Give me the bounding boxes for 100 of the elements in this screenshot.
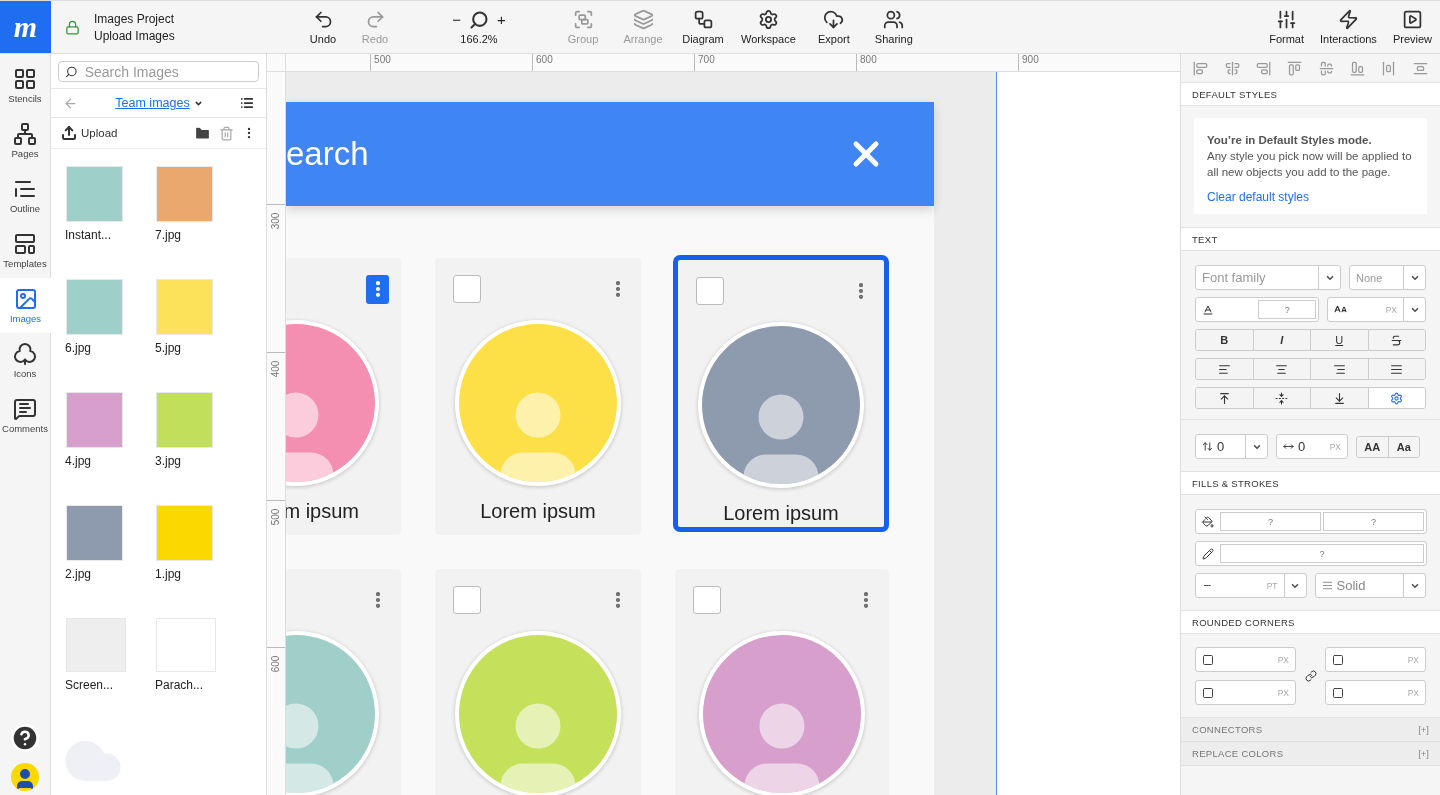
checkbox[interactable] (453, 586, 481, 614)
sidebar-tab[interactable]: Icons (0, 333, 50, 388)
ruler-label: 400 (270, 360, 282, 378)
toolbar-button[interactable]: Format (1261, 9, 1312, 45)
align-icon[interactable] (1255, 60, 1271, 76)
image-thumbnail[interactable]: Instant... (65, 166, 155, 279)
search-input[interactable]: Search Images (82, 62, 252, 81)
more-menu-icon[interactable] (366, 274, 389, 304)
cloud-download-icon (823, 9, 845, 30)
flow-icon (692, 9, 714, 30)
ruler-label: 300 (270, 212, 282, 230)
stroke-color-field[interactable]: ? (1195, 541, 1427, 566)
collapsed-section[interactable]: REPLACE COLORS [+] (1181, 742, 1440, 766)
sidebar-tab[interactable]: Outline (0, 168, 50, 223)
grid-icon (13, 67, 37, 91)
folder-link[interactable]: Team images (115, 96, 190, 111)
image-thumbnail[interactable]: 1.jpg (155, 505, 245, 618)
new-folder-icon[interactable] (194, 124, 211, 142)
image-thumbnail[interactable]: Screen... (65, 618, 155, 731)
image-name: 5.jpg (155, 341, 182, 355)
sidebar-tab[interactable]: Comments (0, 388, 50, 443)
trash-icon[interactable] (219, 125, 234, 141)
image-thumbnail[interactable]: Parach... (155, 618, 245, 731)
checkbox[interactable] (453, 275, 481, 303)
profile-card[interactable]: Lorem ipsum (435, 258, 641, 535)
toolbar-button[interactable]: Workspace (733, 9, 804, 45)
toolbar-button[interactable]: Export (803, 9, 864, 45)
image-name: Screen... (65, 678, 114, 692)
align-right-icon (1332, 362, 1346, 376)
line-spacing-icon (1202, 441, 1213, 452)
toolbar-button[interactable]: Undo (297, 9, 349, 45)
align-middle-icon (1275, 391, 1289, 405)
section-title: REPLACE COLORS (1192, 748, 1284, 759)
ruler-label: 800 (856, 54, 1018, 71)
stroke-style-select[interactable]: Solid (1314, 573, 1426, 598)
sidebar-tab[interactable]: Pages (0, 113, 50, 168)
section-title: TEXT (1181, 228, 1440, 251)
search-icon (65, 64, 78, 79)
zoom-out-button[interactable]: − (452, 11, 461, 28)
zoom-icon (469, 9, 489, 30)
upload-button[interactable]: Upload (61, 125, 118, 142)
text-color-field[interactable]: ? (1195, 297, 1320, 322)
image-thumbnail[interactable]: 3.jpg (155, 392, 245, 505)
template-icon (13, 232, 37, 256)
zoom-in-button[interactable]: + (497, 11, 506, 28)
sidebar-tab[interactable]: Stencils (0, 58, 50, 113)
align-icon[interactable] (1193, 60, 1209, 76)
link-icon[interactable] (1304, 670, 1317, 682)
image-name: Parach... (155, 678, 204, 692)
profile-card[interactable] (675, 569, 889, 795)
image-thumbnail[interactable]: 4.jpg (65, 392, 155, 505)
corner-icon (1202, 653, 1214, 666)
text-align-button[interactable] (1367, 359, 1425, 379)
line-style-icon (1321, 580, 1333, 591)
toolbar-button[interactable]: Interactions (1312, 9, 1385, 45)
collapsed-section[interactable]: CONNECTORS [+] (1181, 718, 1440, 742)
align-left-icon (1217, 362, 1231, 376)
checkbox[interactable] (696, 277, 724, 305)
align-center-icon (1275, 362, 1289, 376)
font-family-select[interactable]: Font family (1195, 265, 1341, 290)
toolbar-button[interactable]: Diagram (673, 9, 733, 45)
upload-icon (61, 125, 77, 142)
card-label: Lorem ipsum (480, 500, 596, 523)
list-view-icon[interactable] (240, 96, 254, 111)
app-logo[interactable]: m (0, 1, 51, 53)
user-avatar[interactable] (11, 763, 39, 791)
align-icon[interactable] (1350, 60, 1366, 76)
help-icon[interactable] (10, 723, 40, 753)
line-spacing-field[interactable]: 0 (1195, 434, 1268, 459)
image-thumbnail[interactable]: 5.jpg (155, 279, 245, 392)
profile-card[interactable]: Lorem ipsum (673, 255, 889, 532)
info-text: You’re in Default Styles mode. Any style you pick now will be applied to all new objects you add to the page. (1207, 133, 1413, 180)
ruler-label: 600 (532, 54, 695, 71)
letter-spacing-field[interactable]: 0 PX (1276, 434, 1348, 459)
image-thumbnail[interactable]: 7.jpg (155, 166, 245, 279)
clear-styles-link[interactable]: Clear default styles (1207, 190, 1414, 204)
search-field[interactable]: Search Images (58, 61, 259, 83)
club-icon (13, 342, 37, 366)
checkbox[interactable] (693, 586, 721, 614)
align-bottom-icon (1332, 391, 1346, 405)
toolbar-button[interactable]: Preview (1384, 9, 1440, 45)
fill-color-field[interactable]: ? ? (1195, 509, 1427, 534)
project-title: Images Project (94, 11, 175, 26)
font-family-input[interactable]: Font family (1196, 269, 1318, 286)
align-icon[interactable] (1318, 60, 1334, 76)
toolbar-button[interactable]: Sharing (863, 9, 924, 45)
align-icon[interactable] (1224, 60, 1240, 76)
sidebar-tab[interactable]: Images (0, 278, 51, 333)
align-icon[interactable] (1412, 60, 1428, 76)
vertical-align-button[interactable] (1367, 388, 1425, 408)
align-icon[interactable] (1287, 60, 1303, 76)
image-name: 2.jpg (65, 567, 92, 581)
text-case-button[interactable]: Aa (1387, 436, 1419, 457)
settings-icon (1390, 391, 1404, 405)
letter-spacing-icon (1283, 441, 1294, 452)
sidebar-tab[interactable]: Templates (0, 223, 50, 278)
text-style-button[interactable] (1367, 330, 1425, 350)
align-icon[interactable] (1381, 60, 1397, 76)
image-thumbnail[interactable]: 2.jpg (65, 505, 155, 618)
image-thumbnail[interactable]: 6.jpg (65, 279, 155, 392)
